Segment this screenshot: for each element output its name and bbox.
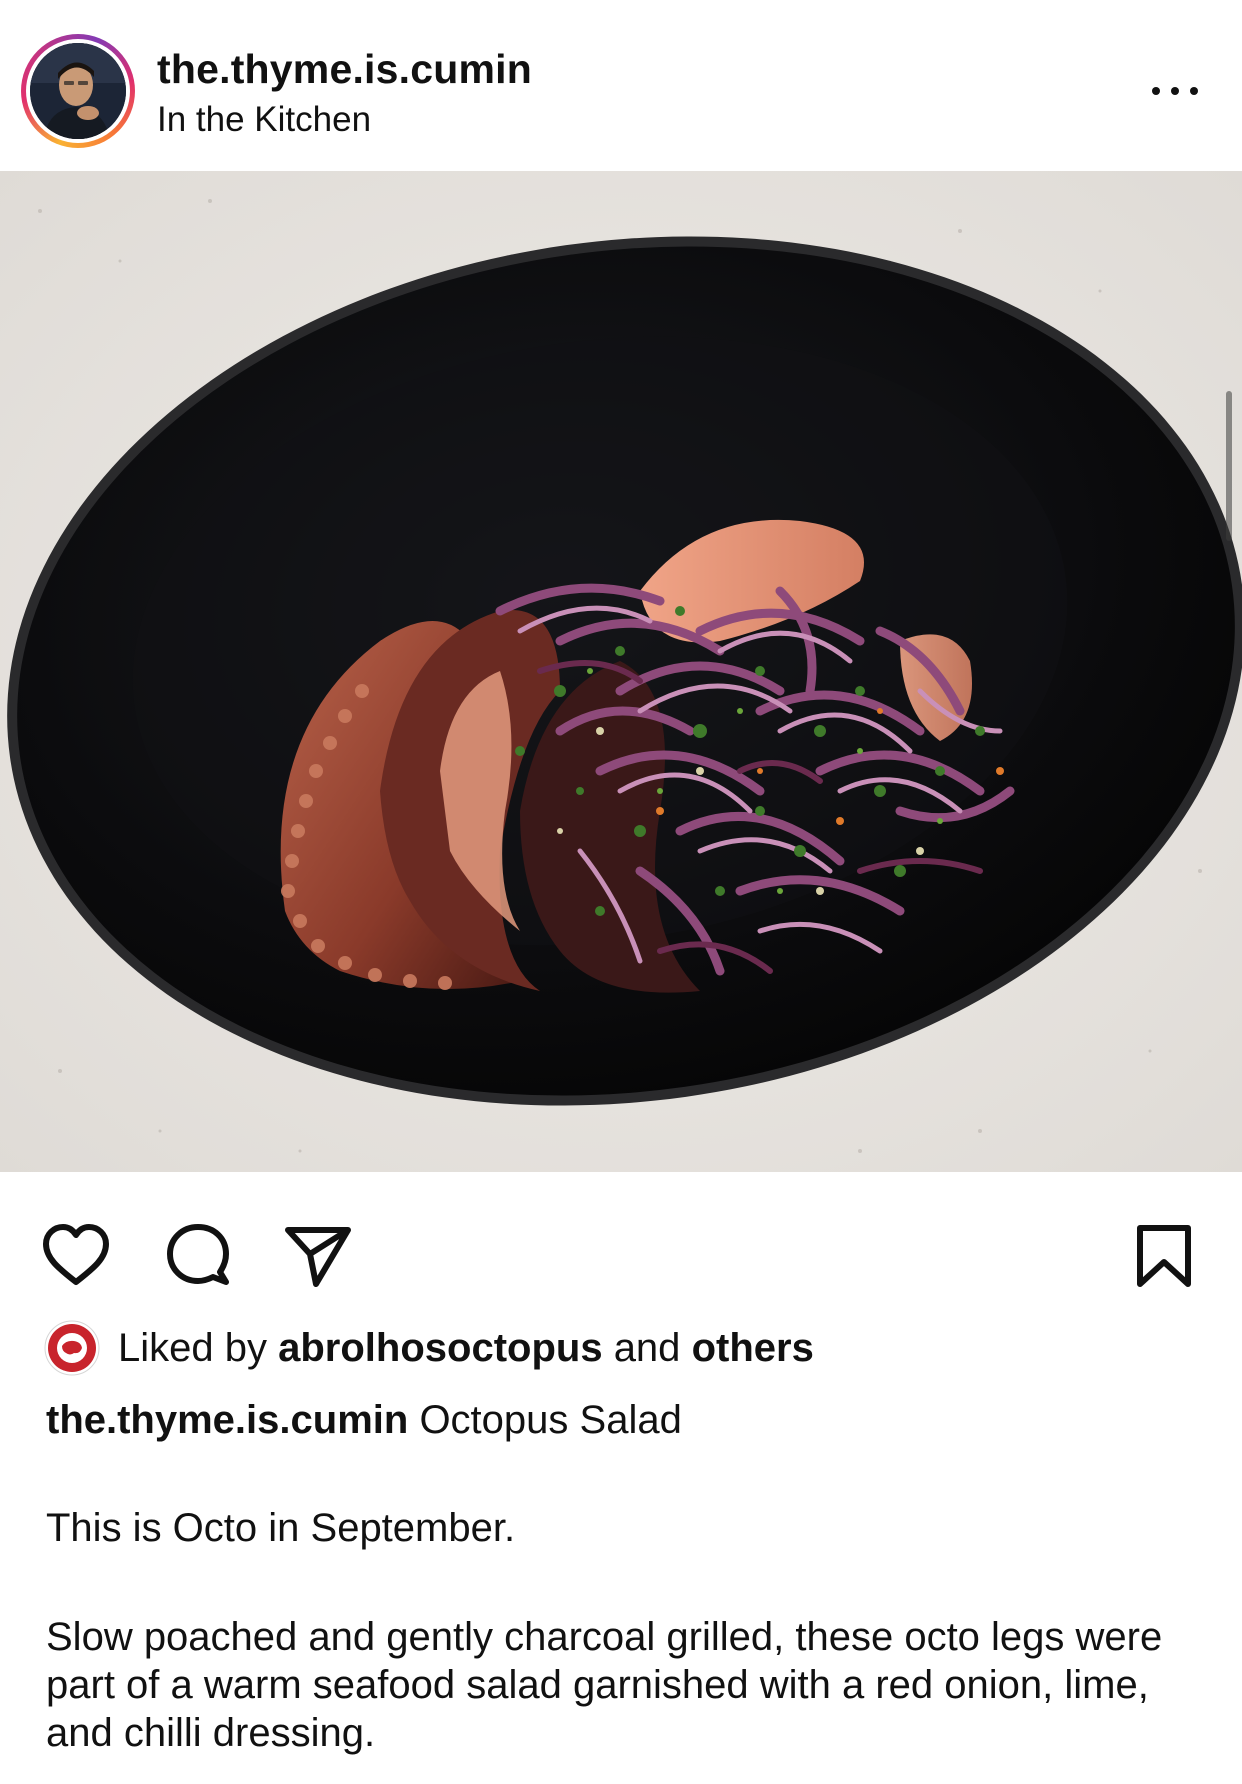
caption-title: Octopus Salad — [419, 1398, 682, 1442]
liked-prefix: Liked by — [118, 1325, 267, 1370]
comment-bubble-icon[interactable] — [160, 1218, 236, 1294]
australian-seafood-logo[interactable] — [44, 1320, 100, 1376]
likes-summary[interactable]: Liked by abrolhosoctopus and others — [44, 1318, 814, 1378]
caption-line-2: Slow poached and gently charcoal grilled… — [46, 1615, 1163, 1755]
ellipsis-icon[interactable] — [1152, 78, 1198, 104]
post-header: the.thyme.is.cumin In the Kitchen — [0, 0, 1242, 171]
post-location[interactable]: In the Kitchen — [157, 100, 371, 140]
octopus-salad-image — [0, 171, 1242, 1172]
heart-icon[interactable] — [38, 1218, 114, 1294]
liker-username[interactable]: abrolhosoctopus — [278, 1326, 602, 1370]
post-caption: the.thyme.is.cumin Octopus Salad — [46, 1396, 1216, 1444]
liked-others-link[interactable]: others — [692, 1326, 814, 1370]
profile-photo — [30, 43, 126, 139]
caption-username[interactable]: the.thyme.is.cumin — [46, 1398, 408, 1442]
post-photo[interactable] — [0, 171, 1242, 1172]
bookmark-icon[interactable] — [1126, 1218, 1202, 1294]
story-ring[interactable] — [21, 34, 135, 148]
post-username[interactable]: the.thyme.is.cumin — [157, 46, 532, 93]
liked-conj: and — [613, 1325, 681, 1370]
scroll-indicator[interactable] — [1226, 391, 1232, 541]
avatar[interactable] — [30, 43, 126, 139]
caption-line-1: This is Octo in September. — [46, 1506, 516, 1550]
paper-plane-icon[interactable] — [280, 1218, 356, 1294]
post-actions — [0, 1172, 1242, 1317]
